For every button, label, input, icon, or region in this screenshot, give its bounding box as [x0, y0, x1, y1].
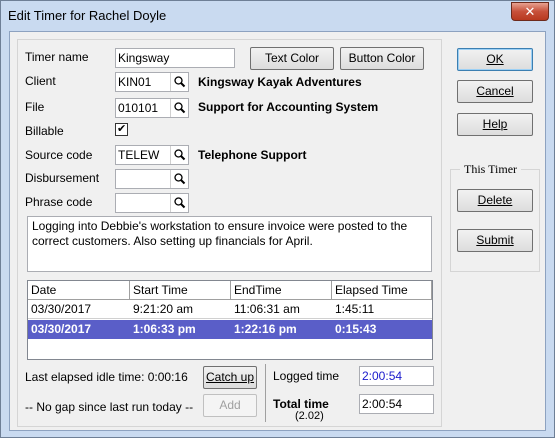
cell-elapsed-time: 0:15:43	[335, 322, 377, 336]
table-row-selected[interactable]: 03/30/2017 1:06:33 pm 1:22:16 pm 0:15:43	[28, 320, 432, 339]
column-header-start-time[interactable]: Start Time	[130, 281, 231, 300]
catch-up-button[interactable]: Catch up	[203, 366, 257, 389]
search-icon[interactable]	[170, 146, 188, 164]
cell-date: 03/30/2017	[28, 300, 130, 319]
table-header: Date Start Time EndTime Elapsed Time	[28, 281, 432, 300]
source-code-lookup[interactable]: TELEW	[115, 145, 189, 165]
delete-label: Delete	[477, 193, 513, 207]
cell-end-time: 11:06:31 am	[231, 300, 332, 319]
timer-name-input[interactable]: Kingsway	[115, 48, 235, 68]
file-description: Support for Accounting System	[198, 100, 379, 114]
edit-timer-dialog: Edit Timer for Rachel Doyle ✕ Timer name…	[0, 0, 555, 438]
billable-label: Billable	[25, 124, 64, 138]
search-icon[interactable]	[170, 99, 188, 117]
add-button[interactable]: Add	[203, 394, 257, 417]
timer-name-label: Timer name	[25, 50, 89, 64]
column-header-elapsed-time[interactable]: Elapsed Time	[332, 281, 432, 300]
disbursement-lookup[interactable]	[115, 169, 189, 189]
search-icon[interactable]	[170, 170, 188, 188]
dialog-body: Timer name Kingsway Text Color Button Co…	[9, 31, 546, 431]
close-button[interactable]: ✕	[511, 2, 549, 21]
total-time-label: Total time	[273, 397, 329, 411]
logged-time-field[interactable]: 2:00:54	[359, 366, 434, 386]
checkmark-icon: ✔	[117, 123, 127, 135]
disbursement-label: Disbursement	[25, 171, 100, 185]
billable-checkbox[interactable]: ✔	[115, 123, 128, 136]
cell-elapsed-time: 1:45:11	[332, 300, 432, 319]
gap-status-text: -- No gap since last run today --	[25, 400, 194, 414]
ok-label: OK	[486, 52, 504, 66]
cancel-button[interactable]: Cancel	[457, 80, 533, 103]
this-timer-label: This Timer	[460, 162, 522, 177]
source-code-description: Telephone Support	[198, 148, 307, 162]
table-row[interactable]: 03/30/2017 9:21:20 am 11:06:31 am 1:45:1…	[28, 300, 432, 319]
file-lookup[interactable]: 010101	[115, 98, 189, 118]
idle-time-text: Last elapsed idle time: 0:00:16	[25, 370, 188, 384]
column-header-end-time[interactable]: EndTime	[231, 281, 332, 300]
window-title: Edit Timer for Rachel Doyle	[8, 8, 167, 23]
file-label: File	[25, 100, 45, 114]
cell-start-time: 9:21:20 am	[130, 300, 231, 319]
source-code-label: Source code	[25, 148, 93, 162]
cancel-label: Cancel	[476, 84, 514, 98]
client-description: Kingsway Kayak Adventures	[198, 75, 362, 89]
cell-end-time: 1:22:16 pm	[234, 322, 297, 336]
client-lookup[interactable]: KIN01	[115, 72, 189, 92]
column-header-date[interactable]: Date	[28, 281, 130, 300]
title-bar[interactable]: Edit Timer for Rachel Doyle ✕	[1, 1, 554, 31]
total-time-hours: (2.02)	[295, 410, 324, 422]
bottom-divider	[265, 364, 266, 422]
button-color-button[interactable]: Button Color	[340, 47, 424, 70]
catch-up-label: Catch up	[205, 370, 255, 384]
client-value: KIN01	[118, 75, 152, 89]
submit-button[interactable]: Submit	[457, 229, 533, 252]
delete-button[interactable]: Delete	[457, 189, 533, 212]
cell-date: 03/30/2017	[31, 322, 92, 336]
submit-label: Submit	[476, 233, 514, 247]
source-code-value: TELEW	[118, 148, 160, 162]
client-label: Client	[25, 74, 56, 88]
this-timer-group	[450, 169, 540, 272]
phrase-code-lookup[interactable]	[115, 193, 189, 213]
search-icon[interactable]	[170, 73, 188, 91]
close-icon: ✕	[524, 4, 536, 19]
help-button[interactable]: Help	[457, 113, 533, 136]
file-value: 010101	[118, 101, 159, 115]
time-entries-table: Date Start Time EndTime Elapsed Time 03/…	[27, 280, 433, 360]
logged-time-label: Logged time	[273, 369, 340, 383]
total-time-field: 2:00:54	[359, 394, 434, 414]
search-icon[interactable]	[170, 194, 188, 212]
cell-start-time: 1:06:33 pm	[133, 322, 196, 336]
text-color-button[interactable]: Text Color	[250, 47, 334, 70]
ok-button[interactable]: OK	[457, 48, 533, 71]
help-label: Help	[482, 117, 508, 131]
phrase-code-label: Phrase code	[25, 195, 93, 209]
notes-textarea[interactable]: Logging into Debbie's workstation to ens…	[27, 216, 432, 272]
